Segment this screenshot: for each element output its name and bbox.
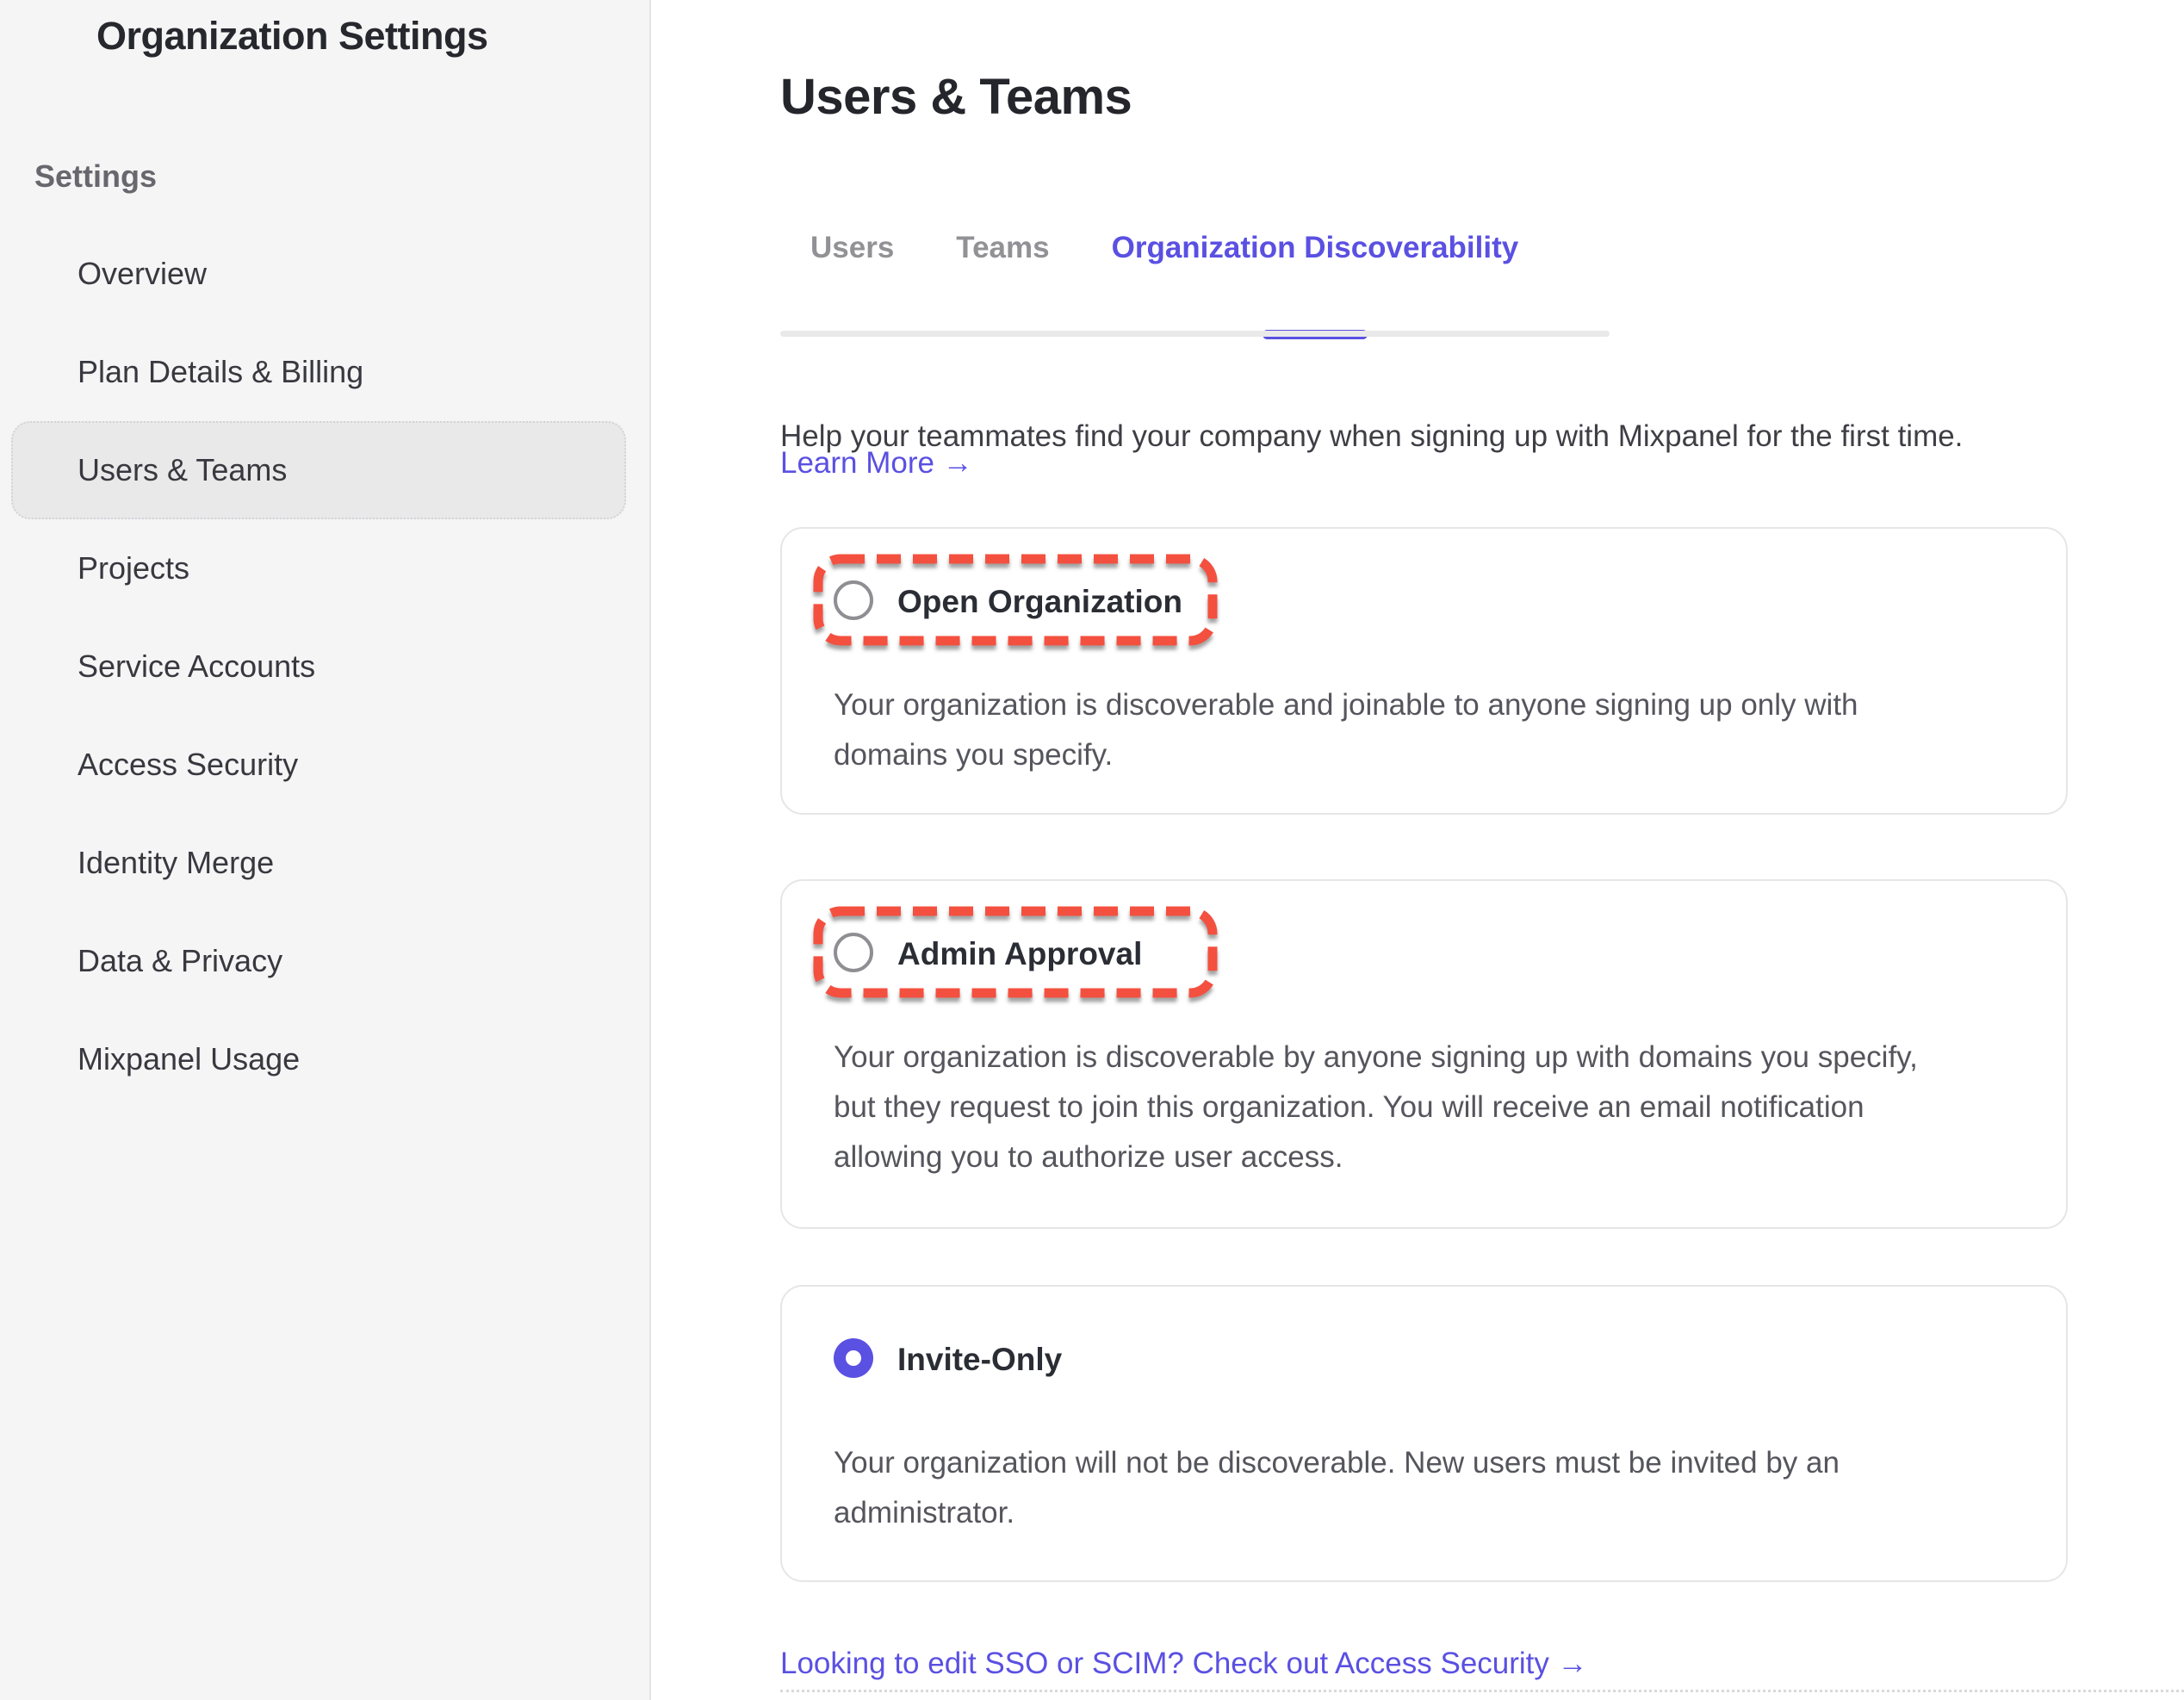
- sidebar: Organization Settings Settings OverviewP…: [0, 0, 651, 1700]
- option-description-open-organization: Your organization is discoverable and jo…: [834, 680, 1966, 780]
- sidebar-title: Organization Settings: [96, 14, 488, 59]
- tab-list: Users Teams Organization Discoverability: [780, 231, 1641, 338]
- sidebar-item-access-security[interactable]: Access Security: [11, 716, 626, 814]
- bottom-divider: [780, 1690, 2184, 1692]
- access-security-link[interactable]: Looking to edit SSO or SCIM? Check out A…: [780, 1647, 1588, 1681]
- sidebar-item-data-privacy[interactable]: Data & Privacy: [11, 912, 626, 1010]
- tab-organization-discoverability[interactable]: Organization Discoverability: [1112, 231, 1519, 338]
- sidebar-nav: OverviewPlan Details & BillingUsers & Te…: [11, 225, 626, 1108]
- learn-more-link[interactable]: Learn More →: [780, 446, 973, 481]
- option-description-invite-only: Your organization will not be discoverab…: [834, 1438, 1966, 1538]
- tab-teams[interactable]: Teams: [956, 231, 1049, 338]
- tab-users[interactable]: Users: [810, 231, 894, 338]
- option-card-admin-approval: Admin Approval Your organization is disco…: [780, 879, 2068, 1229]
- main-content: Users & Teams Users Teams Organization Dis…: [653, 0, 2184, 1700]
- option-card-invite-only: Invite-Only Your organization will not be…: [780, 1285, 2068, 1582]
- radio-open-organization[interactable]: [834, 580, 873, 620]
- option-label-admin-approval[interactable]: Admin Approval: [897, 936, 1142, 972]
- organization-settings-screen: Organization Settings Settings OverviewP…: [0, 0, 2184, 1700]
- option-description-admin-approval: Your organization is discoverable by any…: [834, 1033, 1966, 1182]
- radio-admin-approval[interactable]: [834, 933, 873, 972]
- tab-bar: Users Teams Organization Discoverability: [780, 231, 1641, 337]
- sidebar-item-overview[interactable]: Overview: [11, 225, 626, 323]
- page-title: Users & Teams: [780, 68, 1132, 126]
- sidebar-item-projects[interactable]: Projects: [11, 519, 626, 617]
- sidebar-item-identity-merge[interactable]: Identity Merge: [11, 814, 626, 912]
- sidebar-section-label: Settings: [34, 158, 157, 195]
- radio-invite-only[interactable]: [834, 1338, 873, 1378]
- option-card-open-organization: Open Organization Your organization is di…: [780, 527, 2068, 815]
- tab-track: [780, 331, 1610, 337]
- option-label-invite-only[interactable]: Invite-Only: [897, 1342, 1062, 1378]
- sidebar-item-service-accounts[interactable]: Service Accounts: [11, 617, 626, 716]
- sidebar-item-plan-details-billing[interactable]: Plan Details & Billing: [11, 323, 626, 421]
- option-label-open-organization[interactable]: Open Organization: [897, 584, 1182, 620]
- sidebar-item-users-teams[interactable]: Users & Teams: [11, 421, 626, 519]
- sidebar-item-mixpanel-usage[interactable]: Mixpanel Usage: [11, 1010, 626, 1108]
